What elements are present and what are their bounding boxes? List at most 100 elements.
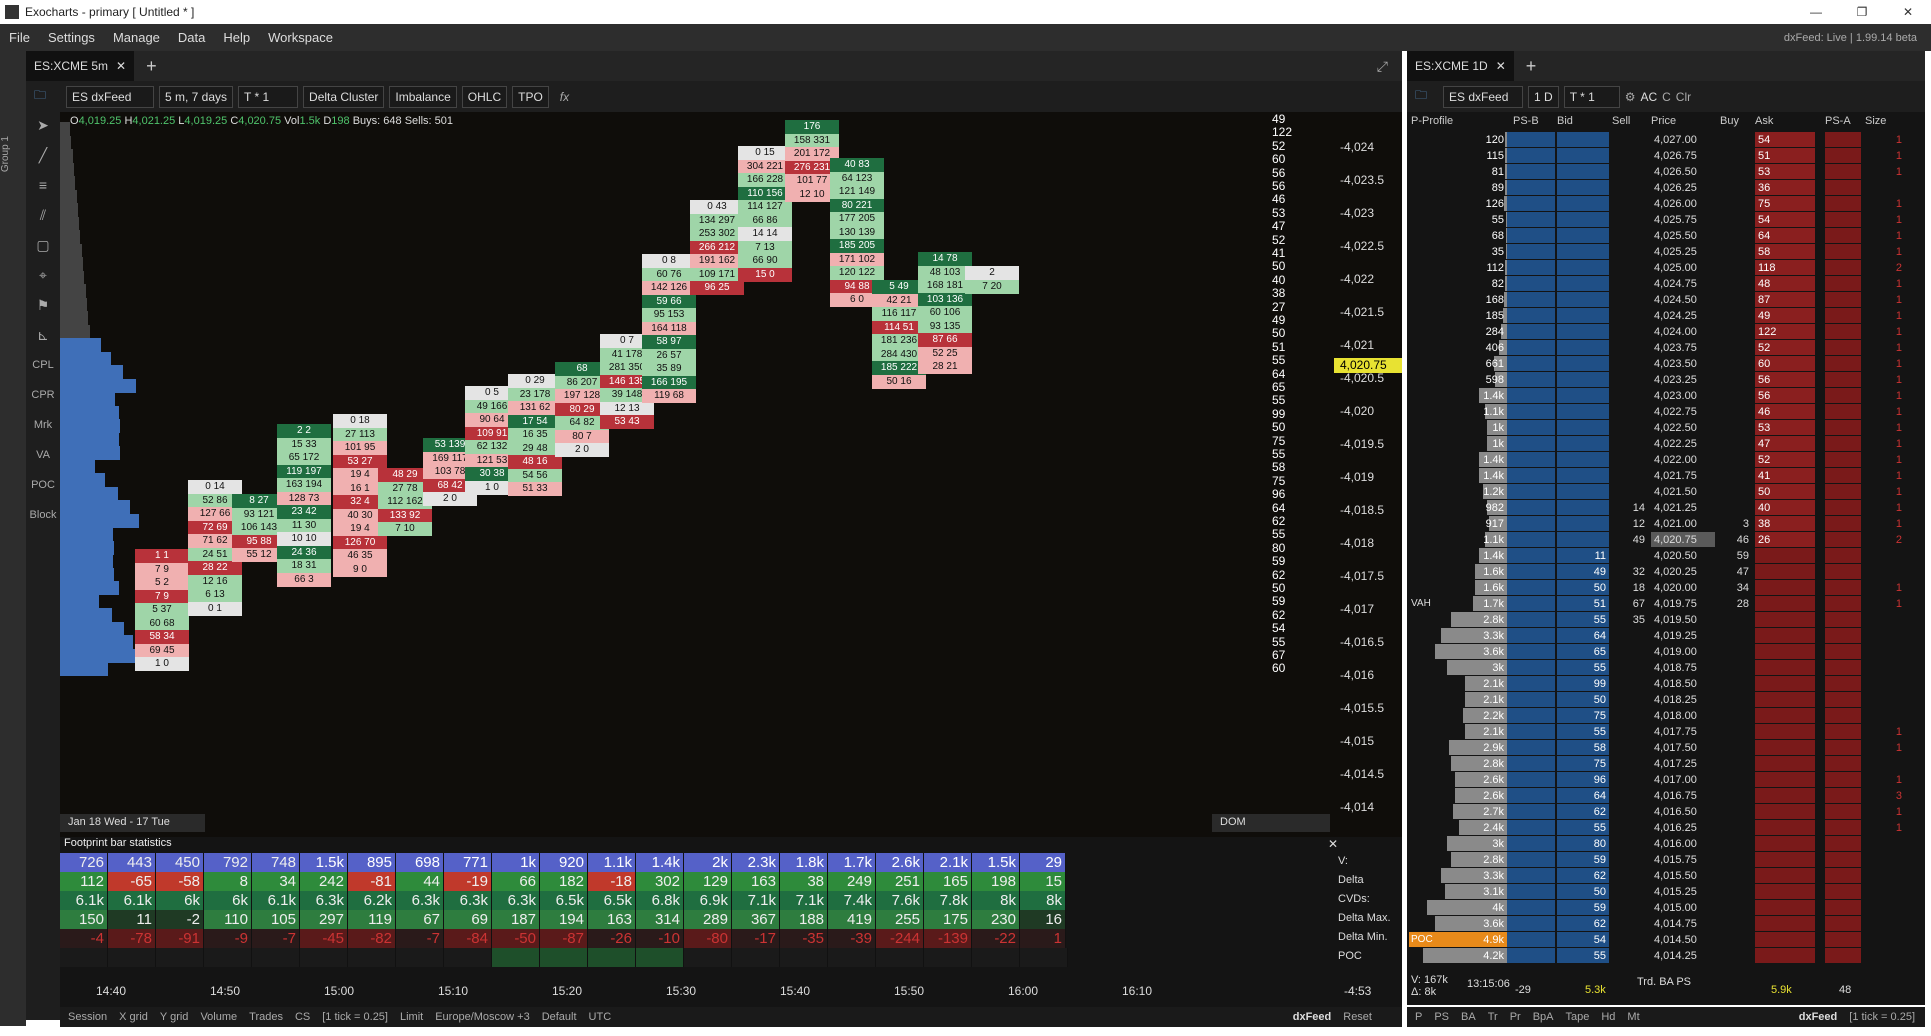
tick-select[interactable]: T * 1	[1563, 85, 1620, 108]
source-select[interactable]: ES dxFeed	[66, 85, 154, 108]
add-tab-button[interactable]: +	[1526, 56, 1537, 77]
measure-tool-icon[interactable]: ⌖	[26, 260, 60, 290]
status-cs[interactable]: CS	[295, 1011, 310, 1023]
menu-data[interactable]: Data	[169, 30, 214, 45]
r-status-tape[interactable]: Tape	[1566, 1011, 1590, 1023]
ladder-row[interactable]: 3k 80 4,016.00	[1407, 836, 1925, 852]
ladder-row[interactable]: 168 4,024.50 87 1	[1407, 292, 1925, 308]
r-status-p[interactable]: P	[1415, 1011, 1422, 1023]
ladder-row[interactable]: 3.3k 62 4,015.50	[1407, 868, 1925, 884]
status-trades[interactable]: Trades	[249, 1011, 283, 1023]
ohlc-select[interactable]: OHLC	[461, 85, 508, 108]
ladder-row[interactable]: 3.1k 50 4,015.25	[1407, 884, 1925, 900]
ladder-row[interactable]: 2.8k 75 4,017.25	[1407, 756, 1925, 772]
ladder-row[interactable]: 2.4k 55 4,016.25 1	[1407, 820, 1925, 836]
date-range[interactable]: Jan 18 Wed - 17 Tue	[60, 814, 205, 832]
flag-tool-icon[interactable]: ⚑	[26, 290, 60, 320]
ladder-row[interactable]: 3.6k 62 4,014.75	[1407, 916, 1925, 932]
ladder-header[interactable]: P-Profile	[1411, 115, 1453, 127]
ladder-row[interactable]: 982 14 4,021.25 40 1	[1407, 500, 1925, 516]
dom-toggle[interactable]: DOM	[1212, 814, 1330, 832]
ladder-row[interactable]: 4.2k 55 4,014.25	[1407, 948, 1925, 964]
mode-select[interactable]: Delta Cluster	[303, 85, 385, 108]
ladder-row[interactable]: 661 4,023.50 60 1	[1407, 356, 1925, 372]
ladder-row[interactable]: 406 4,023.75 52 1	[1407, 340, 1925, 356]
dom-ladder[interactable]: P-Profile PS-B Bid Sell Price Buy Ask PS-A Size 1…	[1407, 112, 1925, 1005]
menu-file[interactable]: File	[0, 30, 39, 45]
ladder-row[interactable]: 917 12 4,021.00 3 38 1	[1407, 516, 1925, 532]
line-tool-icon[interactable]: ╱	[26, 140, 60, 170]
ladder-header[interactable]: PS-A	[1825, 115, 1851, 127]
reset-button[interactable]: Reset	[1343, 1011, 1372, 1023]
ac-button[interactable]: AC	[1640, 90, 1657, 104]
ladder-row[interactable]: 35 4,025.25 58 1	[1407, 244, 1925, 260]
ladder-row[interactable]: 3.6k 65 4,019.00	[1407, 644, 1925, 660]
footprint-chart[interactable]: O4,019.25 H4,021.25 L4,019.25 C4,020.75 …	[60, 112, 1402, 837]
status-limit[interactable]: Limit	[400, 1011, 423, 1023]
rectangle-tool-icon[interactable]: ▢	[26, 230, 60, 260]
ladder-row[interactable]: 120 4,027.00 54 1	[1407, 132, 1925, 148]
menu-help[interactable]: Help	[214, 30, 259, 45]
ladder-row[interactable]: 2.1k 50 4,018.25	[1407, 692, 1925, 708]
ladder-row[interactable]: 4.9k 54 4,014.50	[1407, 932, 1925, 948]
ladder-row[interactable]: 598 4,023.25 56 1	[1407, 372, 1925, 388]
status-volume[interactable]: Volume	[200, 1011, 237, 1023]
tpo-button[interactable]: TPO	[512, 85, 549, 108]
expand-icon[interactable]: ⤢	[1377, 58, 1388, 75]
timeframe-select[interactable]: 1 D	[1528, 85, 1559, 108]
tool-poc[interactable]: POC	[26, 470, 60, 500]
settings-icon[interactable]: ⚙	[1625, 90, 1636, 104]
ladder-row[interactable]: 2.1k 99 4,018.50	[1407, 676, 1925, 692]
group-label[interactable]: Group 1	[0, 136, 14, 172]
status-default[interactable]: Default	[542, 1011, 577, 1023]
ladder-header[interactable]: Ask	[1755, 115, 1773, 127]
ladder-row[interactable]: 81 4,026.50 53 1	[1407, 164, 1925, 180]
r-status-bpa[interactable]: BpA	[1533, 1011, 1554, 1023]
ladder-row[interactable]: 1.1k 49 4,020.75 46 26 2	[1407, 532, 1925, 548]
ladder-row[interactable]: 2.8k 59 4,015.75	[1407, 852, 1925, 868]
ladder-header[interactable]: Bid	[1557, 115, 1573, 127]
add-tab-button[interactable]: +	[146, 56, 157, 77]
channel-tool-icon[interactable]: ⫽	[26, 200, 60, 230]
ladder-row[interactable]: 1.6k 49 32 4,020.25 47	[1407, 564, 1925, 580]
ladder-row[interactable]: 1.4k 11 4,020.50 59	[1407, 548, 1925, 564]
r-status-pr[interactable]: Pr	[1510, 1011, 1521, 1023]
tab-es-1d[interactable]: ES:XCME 1D ✕	[1407, 51, 1514, 81]
close-stats-icon[interactable]: ✕	[1328, 837, 1338, 851]
ladder-header[interactable]: Size	[1865, 115, 1886, 127]
ladder-row[interactable]: 1.7k 51 67 4,019.75 28 1	[1407, 596, 1925, 612]
source-select[interactable]: ES dxFeed	[1443, 85, 1523, 108]
ladder-header[interactable]: PS-B	[1513, 115, 1539, 127]
folder-icon[interactable]: 🗀	[1415, 86, 1427, 107]
status-session[interactable]: Session	[68, 1011, 107, 1023]
ladder-row[interactable]: 1.4k 4,021.75 41 1	[1407, 468, 1925, 484]
time-axis[interactable]: -4:53 14:40 14:50 15:00 15:10 15:20 15:30 15:4…	[60, 977, 1402, 1007]
status-utc[interactable]: UTC	[589, 1011, 612, 1023]
imbalance-select[interactable]: Imbalance	[389, 85, 457, 108]
tick-select[interactable]: T * 1	[238, 85, 299, 108]
ladder-row[interactable]: 126 4,026.00 75 1	[1407, 196, 1925, 212]
ladder-row[interactable]: 2.6k 64 4,016.75 3	[1407, 788, 1925, 804]
clr-button[interactable]: Clr	[1676, 90, 1691, 104]
ladder-row[interactable]: 68 4,025.50 64 1	[1407, 228, 1925, 244]
tab-es-5m[interactable]: ES:XCME 5m ✕	[26, 51, 135, 81]
function-icon[interactable]: fx	[560, 90, 569, 104]
r-status-ba[interactable]: BA	[1461, 1011, 1476, 1023]
r-status-mt[interactable]: Mt	[1627, 1011, 1639, 1023]
ladder-row[interactable]: 2.7k 62 4,016.50 1	[1407, 804, 1925, 820]
ladder-row[interactable]: 2.2k 75 4,018.00	[1407, 708, 1925, 724]
ladder-row[interactable]: 4k 59 4,015.00	[1407, 900, 1925, 916]
status-ygrid[interactable]: Y grid	[160, 1011, 189, 1023]
ladder-row[interactable]: 3k 55 4,018.75	[1407, 660, 1925, 676]
ladder-header[interactable]: Buy	[1720, 115, 1739, 127]
ladder-header[interactable]: Sell	[1612, 115, 1630, 127]
ladder-row[interactable]: 284 4,024.00 122 1	[1407, 324, 1925, 340]
ladder-row[interactable]: 1k 4,022.50 53 1	[1407, 420, 1925, 436]
ladder-row[interactable]: 1.2k 4,021.50 50 1	[1407, 484, 1925, 500]
r-status-tr[interactable]: Tr	[1488, 1011, 1498, 1023]
tool-cpl[interactable]: CPL	[26, 350, 60, 380]
ladder-row[interactable]: 2.8k 55 35 4,019.50	[1407, 612, 1925, 628]
timeframe-select[interactable]: 5 m, 7 days	[159, 85, 234, 108]
ladder-row[interactable]: 1.4k 4,023.00 56 1	[1407, 388, 1925, 404]
tool-cpr[interactable]: CPR	[26, 380, 60, 410]
